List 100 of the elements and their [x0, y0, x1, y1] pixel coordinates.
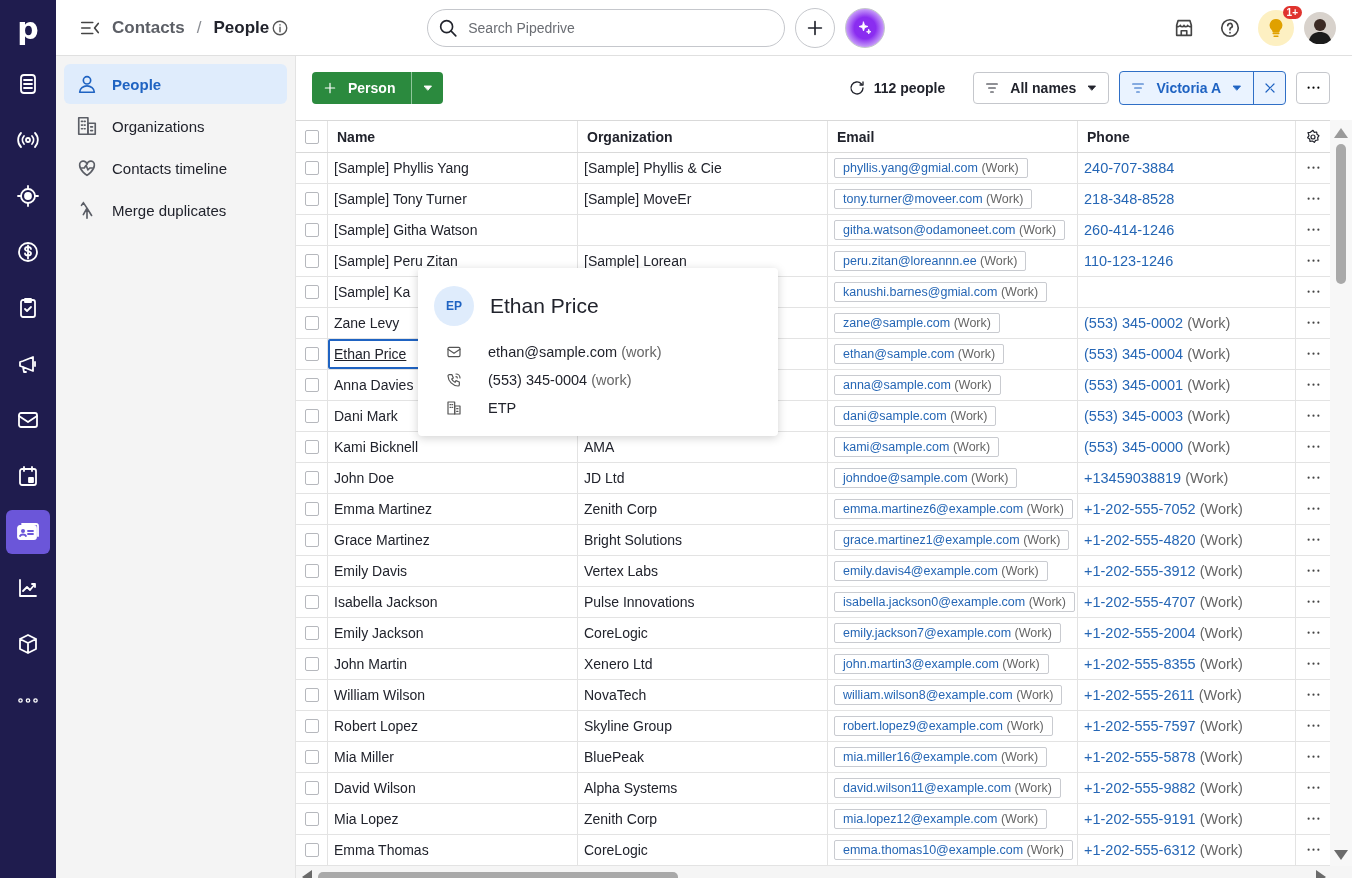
row-checkbox[interactable]: [304, 378, 319, 392]
organization-name[interactable]: Zenith Corp: [584, 811, 658, 827]
person-name-link[interactable]: Mia Lopez: [334, 811, 399, 827]
phone-link[interactable]: +1-202-555-8355 (Work): [1084, 656, 1243, 672]
row-actions-button[interactable]: [1306, 848, 1320, 852]
person-name-link[interactable]: Isabella Jackson: [334, 594, 438, 610]
row-actions-button[interactable]: [1306, 352, 1320, 356]
filter-dropdown[interactable]: All names: [973, 72, 1110, 104]
phone-link[interactable]: (553) 345-0003 (Work): [1084, 408, 1231, 424]
row-actions-button[interactable]: [1306, 693, 1320, 697]
person-name-link[interactable]: Emily Jackson: [334, 625, 424, 641]
email-tag[interactable]: emily.davis4@example.com (Work): [834, 561, 1048, 581]
person-name-link[interactable]: [Sample] Tony Turner: [334, 191, 467, 207]
person-name-link[interactable]: Kami Bicknell: [334, 439, 419, 455]
row-checkbox[interactable]: [304, 750, 319, 764]
email-tag[interactable]: emma.thomas10@example.com (Work): [834, 840, 1073, 860]
row-checkbox[interactable]: [304, 843, 319, 857]
email-tag[interactable]: peru.zitan@loreannn.ee (Work): [834, 251, 1027, 271]
organization-name[interactable]: Bright Solutions: [584, 532, 683, 548]
phone-link[interactable]: +1-202-555-4820 (Work): [1084, 532, 1243, 548]
phone-link[interactable]: +1-202-555-3912 (Work): [1084, 563, 1243, 579]
organization-name[interactable]: [Sample] MoveEr: [584, 191, 692, 207]
person-name-link[interactable]: William Wilson: [334, 687, 425, 703]
email-tag[interactable]: mia.lopez12@example.com (Work): [834, 809, 1048, 829]
organization-name[interactable]: NovaTech: [584, 687, 647, 703]
app-logo[interactable]: p: [0, 0, 56, 56]
search-field[interactable]: Search Pipedrive: [427, 8, 786, 47]
row-checkbox[interactable]: [304, 719, 319, 733]
organization-name[interactable]: Xenero Ltd: [584, 656, 653, 672]
phone-link[interactable]: +1-202-555-5878 (Work): [1084, 749, 1243, 765]
email-tag[interactable]: emily.jackson7@example.com (Work): [834, 623, 1061, 643]
row-checkbox[interactable]: [304, 254, 319, 268]
phone-link[interactable]: 110-123-1246: [1084, 253, 1174, 269]
column-header[interactable]: Organization: [578, 121, 828, 152]
person-name-link[interactable]: Robert Lopez: [334, 718, 419, 734]
row-checkbox[interactable]: [304, 781, 319, 795]
add-options-button[interactable]: [411, 72, 444, 104]
organization-name[interactable]: Vertex Labs: [584, 563, 658, 579]
select-all-checkbox[interactable]: [304, 129, 319, 144]
row-checkbox[interactable]: [304, 595, 319, 609]
phone-link[interactable]: +1-202-555-9882 (Work): [1084, 780, 1243, 796]
row-checkbox[interactable]: [304, 347, 319, 361]
breadcrumb-link[interactable]: Contacts: [112, 17, 185, 38]
person-name-link[interactable]: [Sample] Githa Watson: [334, 222, 478, 238]
row-checkbox[interactable]: [304, 316, 319, 330]
row-actions-button[interactable]: [1306, 228, 1320, 232]
person-name-link[interactable]: Zane Levy: [334, 315, 400, 331]
email-tag[interactable]: isabella.jackson0@example.com (Work): [834, 592, 1075, 612]
email-tag[interactable]: emma.martinez6@example.com (Work): [834, 499, 1073, 519]
phone-link[interactable]: +1-202-555-9191 (Work): [1084, 811, 1243, 827]
row-actions-button[interactable]: [1306, 631, 1320, 635]
person-name-link[interactable]: [Sample] Phyllis Yang: [334, 160, 469, 176]
row-actions-button[interactable]: [1306, 507, 1320, 511]
person-name-link[interactable]: [Sample] Ka: [334, 284, 411, 300]
phone-link[interactable]: +1-202-555-4707 (Work): [1084, 594, 1243, 610]
vertical-scrollbar[interactable]: [1330, 120, 1352, 866]
row-actions-button[interactable]: [1306, 414, 1320, 418]
email-tag[interactable]: kanushi.barnes@gmial.com (Work): [834, 282, 1048, 302]
row-actions-button[interactable]: [1306, 538, 1320, 542]
phone-link[interactable]: +1-202-555-2611 (Work): [1084, 687, 1242, 703]
row-checkbox[interactable]: [304, 657, 319, 671]
sidebar-item[interactable]: Merge duplicates: [64, 190, 287, 230]
row-checkbox[interactable]: [304, 192, 319, 206]
row-checkbox[interactable]: [304, 409, 319, 423]
email-tag[interactable]: david.wilson11@example.com (Work): [834, 778, 1061, 798]
row-checkbox[interactable]: [304, 223, 319, 237]
scrollbar-thumb[interactable]: [1336, 144, 1346, 284]
nav-rail-button[interactable]: [6, 510, 50, 554]
person-name-link[interactable]: Mia Miller: [334, 749, 394, 765]
row-actions-button[interactable]: [1306, 817, 1320, 821]
person-name-link[interactable]: Emily Davis: [334, 563, 408, 579]
email-tag[interactable]: john.martin3@example.com (Work): [834, 654, 1049, 674]
email-tag[interactable]: william.wilson8@example.com (Work): [834, 685, 1063, 705]
organization-name[interactable]: Alpha Systems: [584, 780, 678, 796]
email-tag[interactable]: githa.watson@odamoneet.com (Work): [834, 220, 1066, 240]
sidebar-item[interactable]: Contacts timeline: [64, 148, 287, 188]
organization-name[interactable]: Skyline Group: [584, 718, 672, 734]
email-tag[interactable]: grace.martinez1@example.com (Work): [834, 530, 1070, 550]
phone-link[interactable]: +1-202-555-6312 (Work): [1084, 842, 1243, 858]
organization-name[interactable]: Zenith Corp: [584, 501, 658, 517]
person-name-link[interactable]: Anna Davies: [334, 377, 414, 393]
phone-link[interactable]: (553) 345-0004 (Work): [1084, 346, 1231, 362]
row-actions-button[interactable]: [1306, 197, 1320, 201]
organization-name[interactable]: BluePeak: [584, 749, 644, 765]
row-actions-button[interactable]: [1306, 166, 1320, 170]
organization-name[interactable]: [Sample] Phyllis & Cie: [584, 160, 722, 176]
email-tag[interactable]: phyllis.yang@gmial.com (Work): [834, 158, 1028, 178]
row-actions-button[interactable]: [1306, 290, 1320, 294]
email-tag[interactable]: tony.turner@moveer.com (Work): [834, 189, 1033, 209]
phone-link[interactable]: (553) 345-0000 (Work): [1084, 439, 1231, 455]
person-name-link[interactable]: John Martin: [334, 656, 408, 672]
phone-link[interactable]: +1-202-555-7597 (Work): [1084, 718, 1243, 734]
phone-link[interactable]: +13459038819 (Work): [1084, 470, 1229, 486]
phone-link[interactable]: +1-202-555-7052 (Work): [1084, 501, 1243, 517]
email-tag[interactable]: ethan@sample.com (Work): [834, 344, 1005, 364]
email-tag[interactable]: dani@sample.com (Work): [834, 406, 997, 426]
email-tag[interactable]: zane@sample.com (Work): [834, 313, 1000, 333]
row-checkbox[interactable]: [304, 533, 319, 547]
email-tag[interactable]: anna@sample.com (Work): [834, 375, 1001, 395]
row-actions-button[interactable]: [1306, 724, 1320, 728]
